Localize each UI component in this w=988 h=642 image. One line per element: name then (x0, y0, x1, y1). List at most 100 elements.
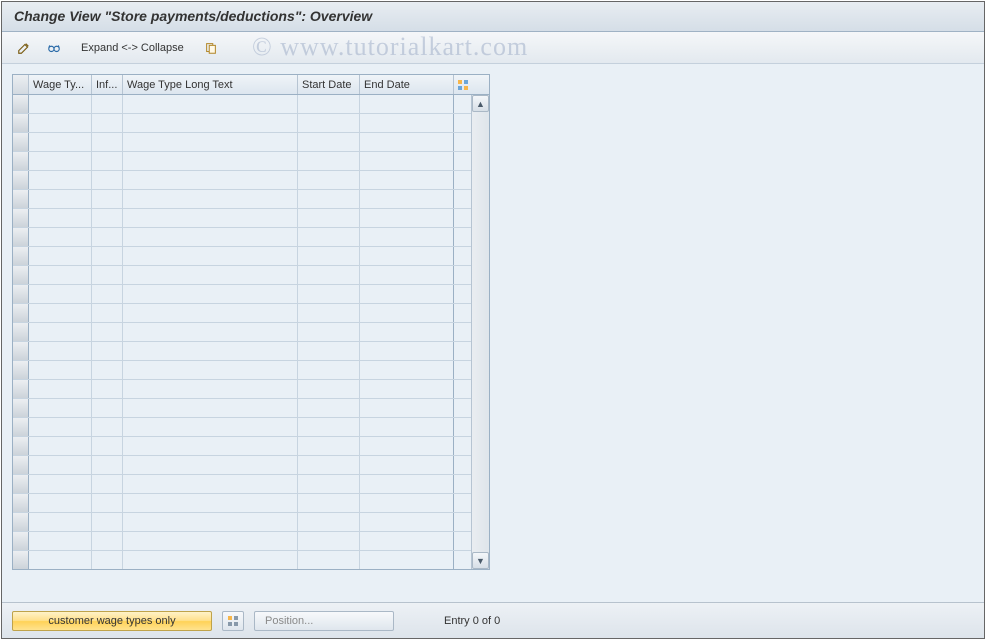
cell-infotype[interactable] (92, 323, 123, 341)
scroll-up-button[interactable]: ▲ (472, 95, 489, 112)
cell-wage-type-long-text[interactable] (123, 418, 298, 436)
cell-wage-type-long-text[interactable] (123, 266, 298, 284)
cell-end-date[interactable] (360, 190, 454, 208)
cell-end-date[interactable] (360, 475, 454, 493)
cell-wage-type[interactable] (29, 494, 92, 512)
cell-wage-type[interactable] (29, 171, 92, 189)
cell-end-date[interactable] (360, 551, 454, 569)
scroll-track[interactable] (472, 112, 489, 552)
cell-wage-type-long-text[interactable] (123, 190, 298, 208)
row-selector[interactable] (13, 418, 29, 436)
cell-infotype[interactable] (92, 247, 123, 265)
cell-end-date[interactable] (360, 437, 454, 455)
position-button[interactable]: Position... (254, 611, 394, 631)
cell-wage-type[interactable] (29, 247, 92, 265)
table-row[interactable] (13, 513, 471, 532)
table-row[interactable] (13, 475, 471, 494)
cell-wage-type[interactable] (29, 152, 92, 170)
cell-end-date[interactable] (360, 171, 454, 189)
cell-start-date[interactable] (298, 342, 360, 360)
cell-start-date[interactable] (298, 513, 360, 531)
cell-infotype[interactable] (92, 190, 123, 208)
cell-infotype[interactable] (92, 437, 123, 455)
cell-start-date[interactable] (298, 399, 360, 417)
cell-wage-type-long-text[interactable] (123, 532, 298, 550)
cell-start-date[interactable] (298, 285, 360, 303)
row-selector[interactable] (13, 190, 29, 208)
cell-wage-type[interactable] (29, 190, 92, 208)
cell-end-date[interactable] (360, 209, 454, 227)
table-row[interactable] (13, 171, 471, 190)
col-header-infotype[interactable]: Inf... (92, 75, 123, 94)
cell-wage-type[interactable] (29, 304, 92, 322)
cell-wage-type-long-text[interactable] (123, 323, 298, 341)
cell-end-date[interactable] (360, 418, 454, 436)
table-row[interactable] (13, 437, 471, 456)
row-selector[interactable] (13, 133, 29, 151)
cell-infotype[interactable] (92, 361, 123, 379)
cell-infotype[interactable] (92, 228, 123, 246)
cell-wage-type[interactable] (29, 361, 92, 379)
cell-wage-type[interactable] (29, 95, 92, 113)
cell-wage-type-long-text[interactable] (123, 247, 298, 265)
cell-start-date[interactable] (298, 475, 360, 493)
cell-end-date[interactable] (360, 361, 454, 379)
table-row[interactable] (13, 304, 471, 323)
cell-wage-type[interactable] (29, 228, 92, 246)
cell-end-date[interactable] (360, 285, 454, 303)
cell-wage-type-long-text[interactable] (123, 361, 298, 379)
col-header-start-date[interactable]: Start Date (298, 75, 360, 94)
table-row[interactable] (13, 494, 471, 513)
expand-collapse-button[interactable]: Expand <-> Collapse (72, 38, 193, 58)
cell-infotype[interactable] (92, 475, 123, 493)
cell-infotype[interactable] (92, 456, 123, 474)
cell-wage-type[interactable] (29, 380, 92, 398)
row-selector[interactable] (13, 437, 29, 455)
cell-wage-type-long-text[interactable] (123, 228, 298, 246)
cell-wage-type-long-text[interactable] (123, 114, 298, 132)
cell-end-date[interactable] (360, 152, 454, 170)
cell-end-date[interactable] (360, 133, 454, 151)
cell-infotype[interactable] (92, 551, 123, 569)
cell-start-date[interactable] (298, 494, 360, 512)
cell-infotype[interactable] (92, 304, 123, 322)
cell-wage-type[interactable] (29, 456, 92, 474)
cell-wage-type-long-text[interactable] (123, 456, 298, 474)
cell-end-date[interactable] (360, 228, 454, 246)
table-row[interactable] (13, 266, 471, 285)
row-selector[interactable] (13, 247, 29, 265)
cell-wage-type[interactable] (29, 114, 92, 132)
cell-start-date[interactable] (298, 228, 360, 246)
cell-start-date[interactable] (298, 247, 360, 265)
row-selector[interactable] (13, 285, 29, 303)
row-selector[interactable] (13, 342, 29, 360)
cell-start-date[interactable] (298, 152, 360, 170)
cell-wage-type-long-text[interactable] (123, 304, 298, 322)
cell-wage-type-long-text[interactable] (123, 475, 298, 493)
col-header-end-date[interactable]: End Date (360, 75, 454, 94)
cell-end-date[interactable] (360, 380, 454, 398)
cell-start-date[interactable] (298, 304, 360, 322)
cell-start-date[interactable] (298, 133, 360, 151)
table-row[interactable] (13, 361, 471, 380)
cell-wage-type[interactable] (29, 513, 92, 531)
cell-wage-type[interactable] (29, 285, 92, 303)
copy-button[interactable] (199, 38, 223, 58)
display-change-button[interactable] (12, 38, 36, 58)
table-row[interactable] (13, 285, 471, 304)
cell-wage-type-long-text[interactable] (123, 513, 298, 531)
cell-end-date[interactable] (360, 456, 454, 474)
row-selector[interactable] (13, 399, 29, 417)
table-row[interactable] (13, 228, 471, 247)
row-selector[interactable] (13, 475, 29, 493)
row-selector[interactable] (13, 551, 29, 569)
cell-wage-type-long-text[interactable] (123, 380, 298, 398)
cell-infotype[interactable] (92, 532, 123, 550)
cell-infotype[interactable] (92, 513, 123, 531)
col-header-wage-type[interactable]: Wage Ty... (29, 75, 92, 94)
cell-end-date[interactable] (360, 342, 454, 360)
cell-infotype[interactable] (92, 285, 123, 303)
table-row[interactable] (13, 247, 471, 266)
cell-infotype[interactable] (92, 171, 123, 189)
row-selector[interactable] (13, 361, 29, 379)
